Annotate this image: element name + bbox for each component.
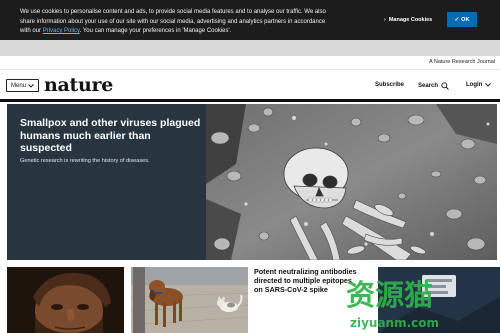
- subscribe-link[interactable]: Subscribe: [375, 82, 404, 88]
- site-watermark: 资源猫 ziyuanm.com: [340, 272, 500, 333]
- watermark-url-text: ziyuanm.com: [350, 316, 439, 330]
- article-card-image-1[interactable]: [7, 267, 124, 333]
- menu-button[interactable]: Menu: [6, 79, 39, 92]
- login-label: Login: [466, 82, 483, 88]
- cookie-text-part2: . You can manage your preferences in 'Ma…: [79, 28, 232, 34]
- hero-title[interactable]: Smallpox and other viruses plagued human…: [20, 117, 203, 155]
- chevron-right-icon: ›: [384, 17, 386, 23]
- article-card-image-2[interactable]: [131, 267, 248, 333]
- menu-label: Menu: [10, 82, 26, 89]
- ok-button[interactable]: ✓ OK: [447, 12, 477, 27]
- chevron-down-icon: [485, 83, 492, 87]
- watermark-graphic: 资源猫 ziyuanm.com: [346, 278, 439, 330]
- privacy-policy-link[interactable]: Privacy Policy: [43, 28, 80, 34]
- ad-placeholder-band: [0, 40, 500, 56]
- manage-cookies-label: Manage Cookies: [388, 17, 433, 23]
- chevron-down-icon: [28, 83, 34, 88]
- dog-and-cat-image: [131, 267, 248, 333]
- login-button[interactable]: Login: [466, 82, 492, 88]
- ok-label: OK: [461, 16, 470, 23]
- watermark-cn-text: 资源猫: [346, 278, 433, 312]
- search-label: Search: [418, 83, 439, 89]
- cookie-message: We use cookies to personalise content an…: [20, 8, 330, 37]
- search-button[interactable]: Search: [418, 82, 449, 90]
- neanderthal-portrait-image: [7, 267, 124, 333]
- skeleton-excavation-image[interactable]: [206, 104, 497, 260]
- site-header: Menu nature Subscribe Search Login: [0, 70, 500, 102]
- hero-feature[interactable]: Smallpox and other viruses plagued human…: [7, 104, 497, 260]
- page: We use cookies to personalise content an…: [0, 0, 500, 333]
- hero-subtitle: Genetic research is rewriting the histor…: [20, 158, 150, 164]
- cookie-banner: We use cookies to personalise content an…: [0, 0, 500, 40]
- manage-cookies-button[interactable]: › Manage Cookies: [380, 13, 436, 27]
- search-icon: [441, 82, 449, 90]
- journal-label: A Nature Research Journal: [428, 59, 495, 65]
- nature-logo[interactable]: nature: [44, 74, 113, 96]
- check-icon: ✓: [454, 16, 460, 23]
- journal-strip: A Nature Research Journal: [0, 56, 500, 70]
- subscribe-label: Subscribe: [375, 82, 405, 88]
